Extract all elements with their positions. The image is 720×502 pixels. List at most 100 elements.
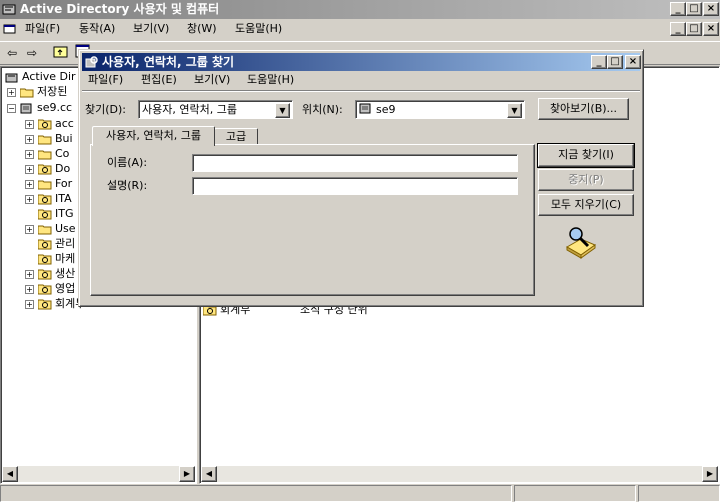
in-location-value: se9 <box>376 103 396 116</box>
ou-icon <box>37 193 52 205</box>
tree-item[interactable]: + Co <box>25 146 69 161</box>
folder-icon <box>19 87 34 98</box>
scroll-right-icon[interactable]: ▶ <box>179 466 195 482</box>
dialog-menu-view[interactable]: 보기(V) <box>191 71 233 89</box>
dropdown-arrow-icon[interactable]: ▼ <box>275 103 290 118</box>
child-close-button[interactable]: × <box>703 22 719 36</box>
tree-item-label: Bui <box>55 132 73 145</box>
ou-icon <box>37 238 52 250</box>
tree-item[interactable]: 관리 <box>37 236 75 251</box>
tree-item[interactable]: + 영업 <box>25 281 75 296</box>
tab-advanced[interactable]: 고급 <box>214 128 258 145</box>
expand-icon[interactable]: + <box>25 269 34 279</box>
tree-item[interactable]: + ITA <box>25 191 72 206</box>
scroll-right-icon[interactable]: ▶ <box>702 466 718 482</box>
menu-view[interactable]: 보기(V) <box>130 20 172 38</box>
dialog-menu-help[interactable]: 도움말(H) <box>244 71 297 89</box>
ou-icon <box>37 283 52 295</box>
child-restore-button[interactable]: □ <box>686 22 702 36</box>
tree-item[interactable]: + acc <box>25 116 74 131</box>
child-minimize-button[interactable]: _ <box>670 22 686 36</box>
find-type-combo[interactable]: 사용자, 연락처, 그룹 ▼ <box>138 100 293 119</box>
tree-root[interactable]: Active Dir <box>5 69 76 84</box>
tree-item[interactable]: + Bui <box>25 131 73 146</box>
tree-domain[interactable]: − se9.cc <box>7 100 72 115</box>
dialog-title-bar[interactable]: 사용자, 연락처, 그룹 찾기 <box>82 53 640 71</box>
dialog-menu-file[interactable]: 파일(F) <box>85 71 126 89</box>
search-magnifier-icon <box>563 225 599 259</box>
clear-all-button[interactable]: 모두 지우기(C) <box>538 194 634 216</box>
expand-icon[interactable]: + <box>25 179 34 189</box>
expand-icon[interactable]: + <box>7 87 16 97</box>
description-label: 설명(R): <box>107 179 148 192</box>
expand-icon[interactable]: + <box>25 164 34 174</box>
expand-icon[interactable]: + <box>25 149 34 159</box>
tree-hscrollbar[interactable]: ◀ ▶ <box>2 466 195 482</box>
app-icon <box>2 2 17 17</box>
menu-help[interactable]: 도움말(H) <box>232 20 285 38</box>
menu-action[interactable]: 동작(A) <box>76 20 118 38</box>
tree-item[interactable]: + For <box>25 176 72 191</box>
find-dialog: 사용자, 연락처, 그룹 찾기 _ □ × 파일(F) 편집(E) 보기(V) … <box>78 49 644 307</box>
back-icon[interactable]: ⇦ <box>3 44 21 62</box>
tree-item[interactable]: + 생산 <box>25 266 75 281</box>
tree-item-label: Co <box>55 147 70 160</box>
expand-icon[interactable]: + <box>25 284 34 294</box>
maximize-button[interactable]: □ <box>686 2 702 16</box>
minimize-button[interactable]: _ <box>670 2 686 16</box>
menu-window[interactable]: 창(W) <box>184 20 220 38</box>
dialog-menu-edit[interactable]: 편집(E) <box>138 71 180 89</box>
expand-icon[interactable]: + <box>25 119 34 129</box>
dropdown-arrow-icon[interactable]: ▼ <box>507 103 522 118</box>
status-cell-3 <box>638 485 720 502</box>
tree-root-label: Active Dir <box>22 70 76 83</box>
folder-icon <box>37 179 52 190</box>
ou-icon <box>37 268 52 280</box>
dialog-minimize-button[interactable]: _ <box>591 55 607 69</box>
scroll-left-icon[interactable]: ◀ <box>201 466 217 482</box>
tree-item[interactable]: ITG <box>37 206 74 221</box>
in-location-combo[interactable]: se9 ▼ <box>355 100 525 119</box>
browse-button[interactable]: 찾아보기(B)... <box>538 98 629 120</box>
ou-icon <box>37 208 52 220</box>
up-folder-icon[interactable] <box>52 44 70 62</box>
forward-icon[interactable]: ⇨ <box>23 44 41 62</box>
close-button[interactable]: × <box>703 2 719 16</box>
find-type-value: 사용자, 연락처, 그룹 <box>142 103 237 116</box>
tree-saved-queries[interactable]: + 저장된 <box>7 84 67 99</box>
scroll-left-icon[interactable]: ◀ <box>2 466 18 482</box>
domain-icon <box>359 103 373 115</box>
ou-icon <box>37 253 52 265</box>
tree-item-label: For <box>55 177 73 190</box>
dialog-close-button[interactable]: × <box>625 55 641 69</box>
tree-item[interactable]: + 회계부 <box>25 296 85 311</box>
tree-item-label: ITA <box>55 192 72 205</box>
status-cell-main <box>0 485 512 502</box>
tree-item-label: Do <box>55 162 71 175</box>
expand-icon[interactable]: + <box>25 224 34 234</box>
menu-file[interactable]: 파일(F) <box>22 20 63 38</box>
tree-item[interactable]: 마케 <box>37 251 75 266</box>
tab-users-contacts-groups[interactable]: 사용자, 연락처, 그룹 <box>92 126 215 146</box>
name-input[interactable] <box>192 154 518 172</box>
description-input[interactable] <box>192 177 518 195</box>
tree-item-label: Use <box>55 222 76 235</box>
tree-item[interactable]: + Do <box>25 161 70 176</box>
folder-icon <box>37 134 52 145</box>
expand-icon[interactable]: + <box>25 134 34 144</box>
dialog-maximize-button[interactable]: □ <box>607 55 623 69</box>
tree-saved-queries-label: 저장된 <box>37 85 68 98</box>
tree-item[interactable]: + Use <box>25 221 76 236</box>
expand-icon[interactable]: + <box>25 299 34 309</box>
folder-icon <box>37 224 52 235</box>
collapse-icon[interactable]: − <box>7 103 16 113</box>
find-now-button[interactable]: 지금 찾기(I) <box>537 143 635 168</box>
stop-button[interactable]: 중지(P) <box>538 169 634 191</box>
expand-icon[interactable]: + <box>25 194 34 204</box>
find-app-icon <box>84 55 99 69</box>
details-hscrollbar[interactable]: ◀ ▶ <box>201 466 718 482</box>
main-title: Active Directory 사용자 및 컴퓨터 <box>20 2 220 16</box>
ou-icon <box>37 163 52 175</box>
tree-item-label: 생산 <box>55 267 76 280</box>
main-menu-bar: 파일(F) 동작(A) 보기(V) 창(W) 도움말(H) _ □ × <box>0 20 720 39</box>
